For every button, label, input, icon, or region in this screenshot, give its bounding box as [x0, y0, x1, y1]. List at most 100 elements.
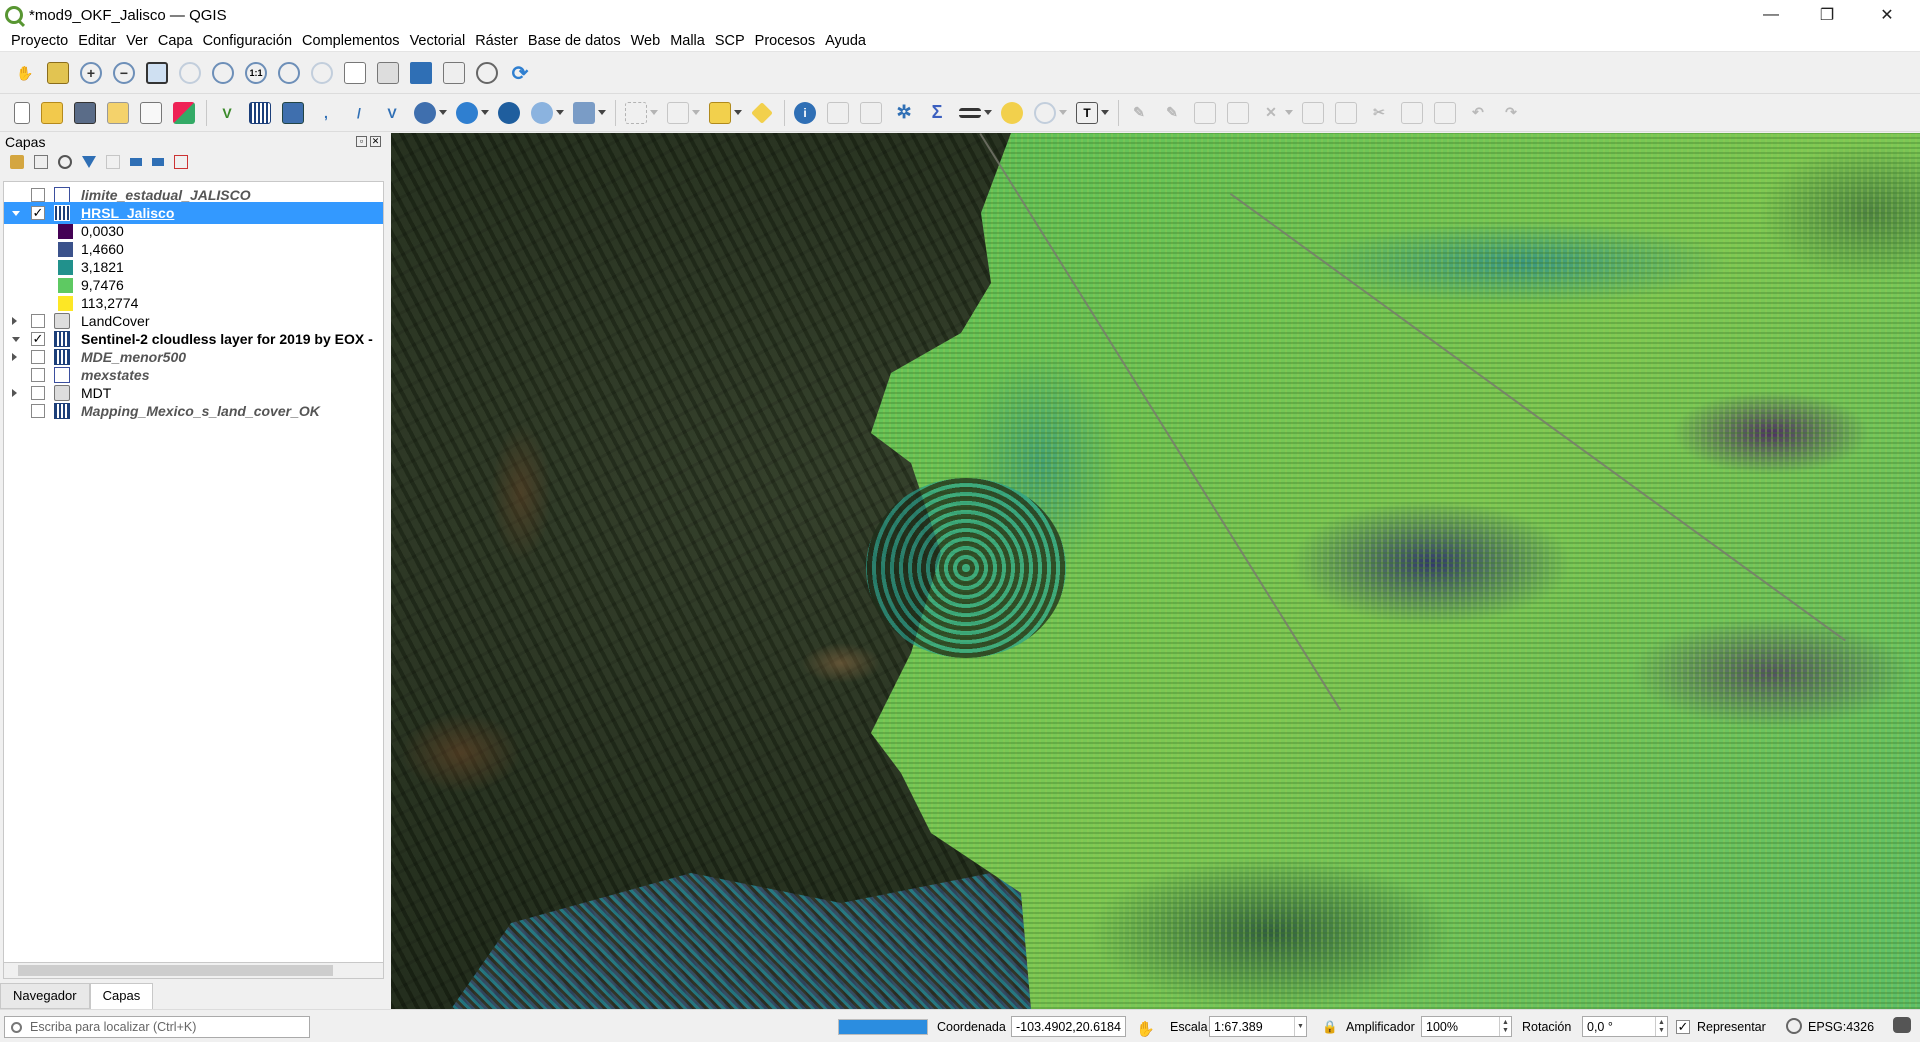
menu-malla[interactable]: Malla	[665, 33, 710, 49]
menu-ver[interactable]: Ver	[121, 33, 153, 49]
annotation-icon[interactable]	[751, 101, 773, 124]
pan-to-selection-icon[interactable]	[47, 62, 69, 84]
menu-proyecto[interactable]: Proyecto	[6, 33, 73, 49]
locator-icon[interactable]	[1034, 101, 1056, 124]
filter-by-expression-icon[interactable]	[106, 155, 120, 169]
manage-map-themes-icon[interactable]	[58, 155, 72, 169]
identify-icon[interactable]: i	[794, 101, 816, 124]
menu-capa[interactable]: Capa	[153, 33, 198, 49]
temporal-controller-icon[interactable]	[476, 62, 498, 84]
layer-visibility-checkbox[interactable]	[31, 188, 45, 202]
paste-icon[interactable]	[1434, 101, 1456, 124]
menu-scp[interactable]: SCP	[710, 33, 750, 49]
save-edits-icon[interactable]	[1194, 101, 1216, 124]
rotation-spinbox[interactable]: 0,0 ° ▲ ▼	[1582, 1016, 1668, 1037]
zoom-full-icon[interactable]	[146, 62, 168, 84]
add-wms-icon[interactable]	[414, 101, 436, 124]
menu-raster[interactable]: Ráster	[470, 33, 523, 49]
dropdown-caret-icon[interactable]	[984, 110, 992, 115]
zoom-next-icon[interactable]	[311, 62, 333, 84]
map-tips-icon[interactable]	[1001, 101, 1023, 124]
expand-arrow-icon[interactable]	[12, 317, 17, 325]
layer-row[interactable]: Mapping_Mexico_s_land_cover_OK	[4, 400, 383, 422]
cut-icon[interactable]: ✂	[1368, 102, 1390, 124]
locator-search-input[interactable]: Escriba para localizar (Ctrl+K)	[4, 1016, 310, 1038]
style-manager-icon[interactable]	[173, 101, 195, 124]
layer-visibility-checkbox[interactable]: ✓	[31, 206, 45, 220]
layer-visibility-checkbox[interactable]	[31, 386, 45, 400]
float-panel-icon[interactable]: ▫	[356, 136, 367, 147]
add-virtual-icon[interactable]: V	[381, 102, 403, 124]
show-bookmarks-icon[interactable]	[443, 62, 465, 84]
add-raster-icon[interactable]	[249, 101, 271, 124]
add-vector-icon[interactable]: V	[216, 102, 238, 124]
open-project-icon[interactable]	[41, 101, 63, 124]
add-feature-icon[interactable]	[1227, 101, 1249, 124]
layer-visibility-checkbox[interactable]	[31, 368, 45, 382]
new-map-view-icon[interactable]	[344, 62, 366, 84]
restore-button[interactable]: ❐	[1804, 0, 1850, 30]
menu-web[interactable]: Web	[626, 33, 666, 49]
dropdown-caret-icon[interactable]	[1101, 110, 1109, 115]
add-xyz-icon[interactable]	[498, 101, 520, 124]
collapse-all-icon[interactable]	[152, 158, 164, 166]
tab-capas[interactable]: Capas	[89, 983, 154, 1009]
current-edits-icon[interactable]: ✎	[1128, 102, 1150, 124]
zoom-in-icon[interactable]: +	[80, 62, 102, 84]
save-project-icon[interactable]	[74, 101, 96, 124]
layer-visibility-checkbox[interactable]	[31, 404, 45, 418]
minimize-button[interactable]: —	[1748, 0, 1794, 30]
scale-combobox[interactable]: 1:67.389 ▼	[1209, 1016, 1307, 1037]
zoom-to-selection-icon[interactable]	[179, 62, 201, 84]
add-delimited-icon[interactable]: ,	[315, 102, 337, 124]
menu-base-de-datos[interactable]: Base de datos	[523, 33, 626, 49]
toggle-editing-icon[interactable]: ✎	[1161, 102, 1183, 124]
menu-complementos[interactable]: Complementos	[297, 33, 405, 49]
add-mesh-icon[interactable]	[282, 101, 304, 124]
zoom-last-icon[interactable]	[278, 62, 300, 84]
map-canvas[interactable]	[391, 133, 1920, 1009]
layer-visibility-checkbox[interactable]: ✓	[31, 332, 45, 346]
close-panel-icon[interactable]: ✕	[370, 136, 381, 147]
attribute-table-icon[interactable]	[827, 101, 849, 124]
zoom-out-icon[interactable]: −	[113, 62, 135, 84]
refresh-icon[interactable]: ⟳	[509, 62, 531, 85]
new-project-icon[interactable]	[14, 101, 30, 124]
crs-globe-icon[interactable]	[1786, 1018, 1802, 1034]
copy-icon[interactable]	[1401, 101, 1423, 124]
menu-configuracion[interactable]: Configuración	[198, 33, 297, 49]
text-annotation-icon[interactable]: T	[1076, 101, 1098, 124]
messages-icon[interactable]	[1893, 1017, 1911, 1033]
menu-editar[interactable]: Editar	[73, 33, 121, 49]
chevron-down-icon[interactable]: ▼	[1294, 1017, 1306, 1036]
delete-icon[interactable]	[1335, 101, 1357, 124]
lock-scale-icon[interactable]: 🔒	[1322, 1020, 1338, 1035]
select-by-expr-icon[interactable]	[667, 101, 689, 124]
scrollbar-thumb[interactable]	[18, 965, 333, 976]
extents-toggle-icon[interactable]: ✋	[1136, 1020, 1155, 1038]
field-calculator-icon[interactable]	[860, 101, 882, 124]
menu-ayuda[interactable]: Ayuda	[820, 33, 871, 49]
zoom-native-icon[interactable]: 1:1	[245, 62, 267, 84]
remove-layer-icon[interactable]	[174, 155, 188, 169]
new-bookmark-icon[interactable]	[410, 62, 432, 84]
menu-procesos[interactable]: Procesos	[750, 33, 820, 49]
layer-visibility-checkbox[interactable]	[31, 350, 45, 364]
style-panel-icon[interactable]	[10, 155, 24, 169]
spin-arrows-icon[interactable]: ▲ ▼	[1499, 1017, 1511, 1036]
deselect-icon[interactable]	[709, 101, 731, 124]
pan-icon[interactable]: ✋	[14, 62, 36, 84]
collapse-arrow-icon[interactable]	[12, 211, 20, 216]
magnifier-spinbox[interactable]: 100% ▲ ▼	[1421, 1016, 1512, 1037]
close-button[interactable]: ✕	[1864, 0, 1910, 30]
new-layer-icon[interactable]	[573, 101, 595, 124]
horizontal-scrollbar[interactable]	[3, 962, 384, 979]
edit-attrs-icon[interactable]	[1302, 101, 1324, 124]
dropdown-caret-icon[interactable]	[556, 110, 564, 115]
processing-icon[interactable]: ✲	[893, 102, 915, 124]
crs-label[interactable]: EPSG:4326	[1808, 1020, 1874, 1034]
add-arcgis-icon[interactable]	[531, 101, 553, 124]
dropdown-caret-icon[interactable]	[734, 110, 742, 115]
new-3d-map-view-icon[interactable]	[377, 62, 399, 84]
dropdown-caret-icon[interactable]	[692, 110, 700, 115]
